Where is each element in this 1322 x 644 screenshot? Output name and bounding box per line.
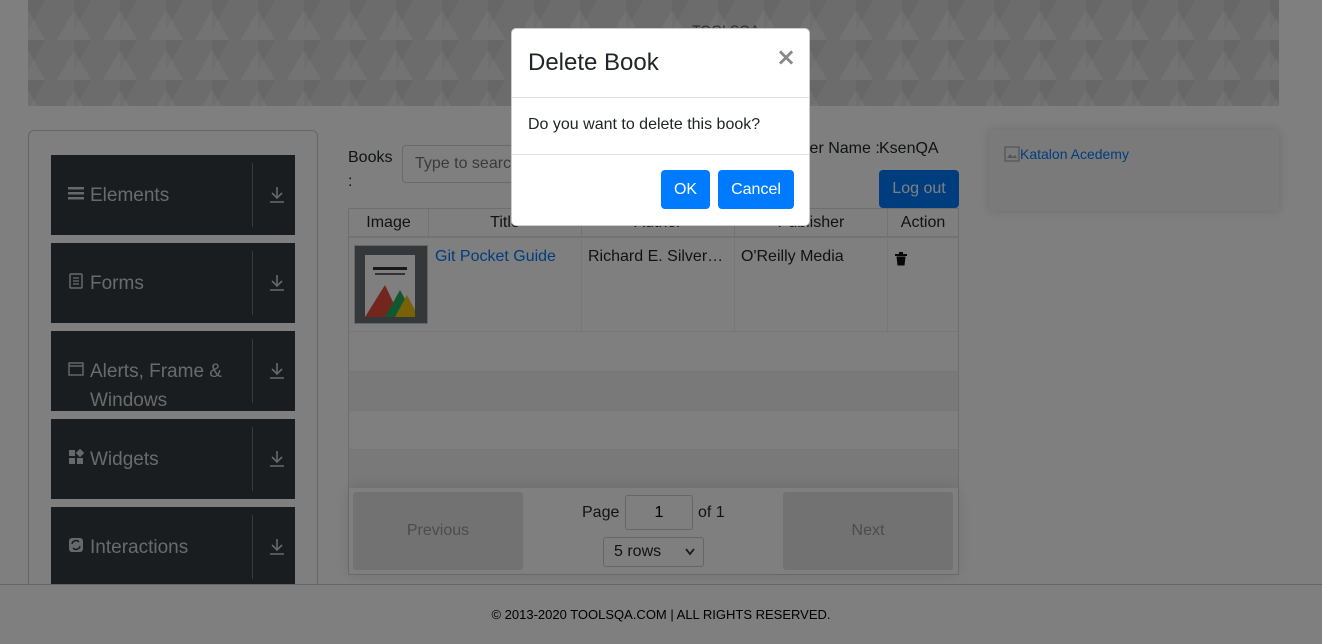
modal-title: Delete Book bbox=[528, 49, 659, 76]
delete-book-modal: Delete Book × Do you want to delete this… bbox=[511, 28, 810, 226]
ok-button[interactable]: OK bbox=[661, 170, 710, 209]
close-icon[interactable]: × bbox=[776, 43, 796, 71]
modal-footer: OK Cancel bbox=[512, 154, 809, 225]
modal-body-text: Do you want to delete this book? bbox=[528, 116, 761, 133]
modal-header: Delete Book × bbox=[512, 29, 809, 98]
cancel-button[interactable]: Cancel bbox=[718, 170, 794, 209]
